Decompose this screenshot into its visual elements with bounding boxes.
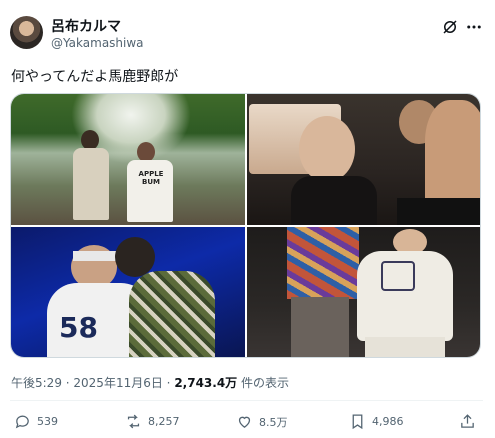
author-handle[interactable]: @Yakamashiwa xyxy=(51,36,144,50)
bookmark-icon xyxy=(352,414,363,430)
like-button[interactable]: 8.5万 xyxy=(236,413,288,430)
grok-icon[interactable] xyxy=(441,18,459,36)
repost-button[interactable]: 8,257 xyxy=(125,413,180,430)
divider xyxy=(10,400,483,401)
photo-1[interactable]: APPLE BUM xyxy=(11,94,245,225)
post-time[interactable]: 午後5:29 xyxy=(11,376,62,390)
heart-icon xyxy=(238,416,251,428)
author-name[interactable]: 呂布カルマ xyxy=(51,16,121,36)
more-options-icon[interactable] xyxy=(465,18,483,36)
photo-2[interactable] xyxy=(247,94,480,225)
repost-icon xyxy=(127,414,140,429)
share-button[interactable] xyxy=(459,413,476,430)
like-count: 8.5万 xyxy=(259,415,288,429)
photo-4[interactable] xyxy=(247,227,480,357)
reply-button[interactable]: 539 xyxy=(14,413,58,430)
avatar[interactable] xyxy=(10,16,43,49)
post-date[interactable]: 2025年11月6日 xyxy=(73,376,162,390)
bookmark-button[interactable]: 4,986 xyxy=(349,413,404,430)
jersey-number: 58 xyxy=(59,311,98,344)
media-grid: APPLE BUM 58 xyxy=(10,93,481,358)
reply-count: 539 xyxy=(37,415,58,428)
bookmark-count: 4,986 xyxy=(372,415,404,428)
photo-3[interactable]: 58 xyxy=(11,227,245,357)
reply-icon xyxy=(15,415,29,429)
repost-count: 8,257 xyxy=(148,415,180,428)
share-icon xyxy=(461,414,474,428)
view-count: 2,743.4万 xyxy=(174,376,238,390)
tweet-meta: 午後5:29 · 2025年11月6日 · 2,743.4万 件の表示 xyxy=(11,376,290,390)
shirt-print-text: APPLE BUM xyxy=(138,170,164,186)
tweet-text: 何やってんだよ馬鹿野郎が xyxy=(11,69,179,85)
